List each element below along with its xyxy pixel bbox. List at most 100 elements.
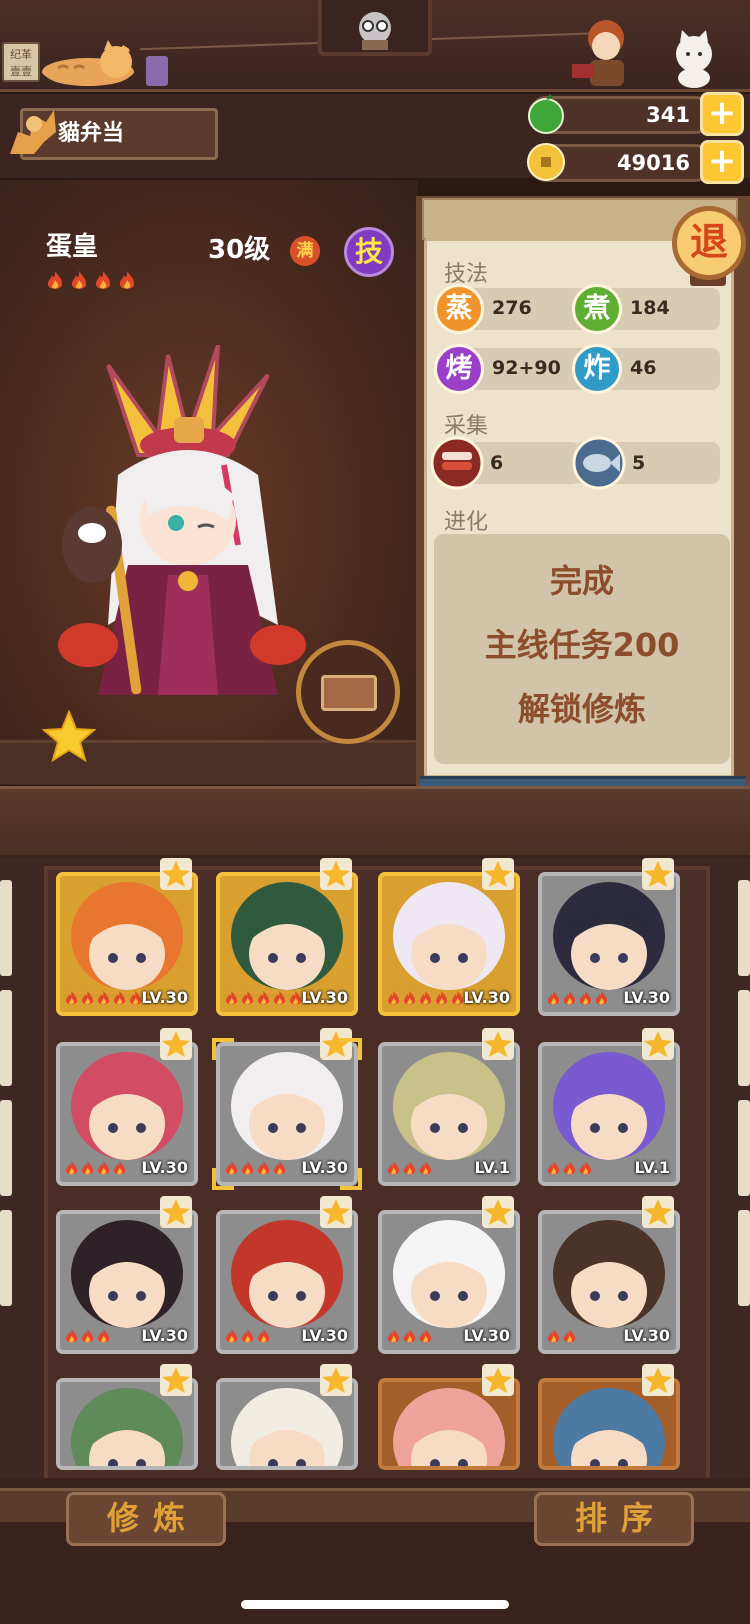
favorite-star-icon[interactable] — [642, 1028, 674, 1060]
evolution-title: 进化 — [444, 510, 489, 535]
character-card[interactable]: LV.30 — [538, 1210, 680, 1354]
flame-icon — [71, 271, 87, 289]
character-card[interactable]: LV.30 — [538, 872, 680, 1016]
flame-icon — [113, 990, 126, 1005]
flame-icon — [257, 990, 270, 1005]
star-icon — [644, 1367, 672, 1393]
flame-icon — [387, 1160, 400, 1175]
favorite-star-icon[interactable] — [482, 858, 514, 890]
evolution-line-1: 完成 — [549, 562, 614, 600]
favorite-star-icon[interactable] — [160, 1196, 192, 1228]
vegetable-count: 341 — [646, 103, 690, 127]
raccoon-portrait-icon — [359, 12, 391, 50]
flame-icon — [241, 990, 254, 1005]
character-card[interactable]: LV.1 — [378, 1042, 520, 1186]
favorite-star-icon[interactable] — [160, 1364, 192, 1396]
add-coin-button[interactable]: + — [700, 140, 744, 184]
flame-icon — [419, 1328, 432, 1343]
side-slot — [738, 990, 750, 1086]
portrait-frame — [318, 0, 432, 56]
star-icon — [484, 1367, 512, 1393]
card-flames — [386, 1160, 476, 1176]
roast-skill-icon: 烤 — [434, 344, 484, 394]
character-card[interactable]: LV.30 — [56, 1210, 198, 1354]
favorite-star-icon[interactable] — [482, 1364, 514, 1396]
skills-title: 技法 — [444, 262, 489, 287]
favorite-star-icon[interactable] — [642, 858, 674, 890]
favorite-star-icon[interactable] — [320, 1364, 352, 1396]
steam-value: 276 — [492, 297, 532, 319]
star-icon — [322, 1367, 350, 1393]
equipment-slot[interactable] — [296, 640, 400, 744]
favorite-star-icon[interactable] — [160, 858, 192, 890]
selection-frame — [212, 1038, 362, 1190]
fish-icon — [572, 436, 626, 490]
flame-icon — [47, 271, 63, 289]
favorite-star-icon[interactable] — [642, 1196, 674, 1228]
flame-icon — [419, 990, 432, 1005]
side-slot — [0, 990, 12, 1086]
flame-icon — [97, 990, 110, 1005]
favorite-star-icon[interactable] — [642, 1364, 674, 1396]
white-cat-icon — [676, 30, 712, 88]
shop-sign-text: 纪革 壹壹 — [10, 48, 32, 78]
flame-icon — [65, 990, 78, 1005]
selection-corner — [340, 1168, 362, 1190]
meat-icon — [430, 436, 484, 490]
card-level: LV.30 — [141, 1158, 188, 1177]
card-level: LV.30 — [141, 988, 188, 1007]
carpet-icon — [321, 675, 377, 711]
character-card[interactable]: LV.1 — [538, 1042, 680, 1186]
flame-icon — [273, 990, 286, 1005]
flame-icon — [119, 271, 135, 289]
flame-icon — [579, 990, 592, 1005]
flame-icon — [387, 990, 400, 1005]
favorite-star-icon[interactable] — [320, 1196, 352, 1228]
skill-button[interactable]: 技 — [344, 227, 394, 277]
flame-icon — [579, 1160, 592, 1175]
favorite-star-icon[interactable] — [160, 1028, 192, 1060]
character-card[interactable]: LV.30 — [378, 872, 520, 1016]
side-slot — [0, 1100, 12, 1196]
star-icon — [162, 861, 190, 887]
side-slot — [0, 1210, 12, 1306]
exit-button[interactable]: 退 — [672, 206, 746, 280]
fry-skill-icon: 炸 — [572, 344, 622, 394]
card-flames — [546, 1160, 636, 1176]
flame-icon — [81, 990, 94, 1005]
home-indicator[interactable] — [241, 1600, 509, 1609]
character-card[interactable]: LV.30 — [56, 1042, 198, 1186]
side-slot — [0, 880, 12, 976]
flame-icon — [65, 1160, 78, 1175]
character-card[interactable]: LV.30 — [378, 1210, 520, 1354]
shop-sign: 纪革 壹壹 — [2, 42, 40, 82]
hero-flames — [46, 270, 146, 292]
star-icon[interactable] — [42, 710, 96, 762]
character-card[interactable]: LV.30 — [216, 1210, 358, 1354]
character-card[interactable]: LV.30 — [216, 872, 358, 1016]
fry-value: 46 — [630, 357, 657, 379]
jar-icon — [146, 56, 168, 86]
selection-corner — [340, 1038, 362, 1060]
flame-icon — [595, 990, 608, 1005]
player-avatar-icon[interactable] — [4, 102, 60, 158]
cultivate-button[interactable]: 修炼 — [66, 1492, 226, 1546]
sort-button[interactable]: 排序 — [534, 1492, 694, 1546]
hero-figure — [58, 345, 306, 695]
favorite-star-icon[interactable] — [482, 1196, 514, 1228]
flame-icon — [81, 1328, 94, 1343]
meat-value: 6 — [490, 452, 504, 474]
flame-icon — [97, 1328, 110, 1343]
hero-name: 蛋皇 — [46, 232, 99, 262]
flame-icon — [65, 1328, 78, 1343]
star-icon — [644, 1199, 672, 1225]
coin-count: 49016 — [616, 151, 690, 175]
card-level: LV.30 — [463, 988, 510, 1007]
add-vegetable-button[interactable]: + — [700, 92, 744, 136]
favorite-star-icon[interactable] — [320, 858, 352, 890]
star-icon — [162, 1199, 190, 1225]
player-name: 貓弁当 — [58, 121, 125, 146]
flame-icon — [95, 271, 111, 289]
favorite-star-icon[interactable] — [482, 1028, 514, 1060]
character-card[interactable]: LV.30 — [56, 872, 198, 1016]
